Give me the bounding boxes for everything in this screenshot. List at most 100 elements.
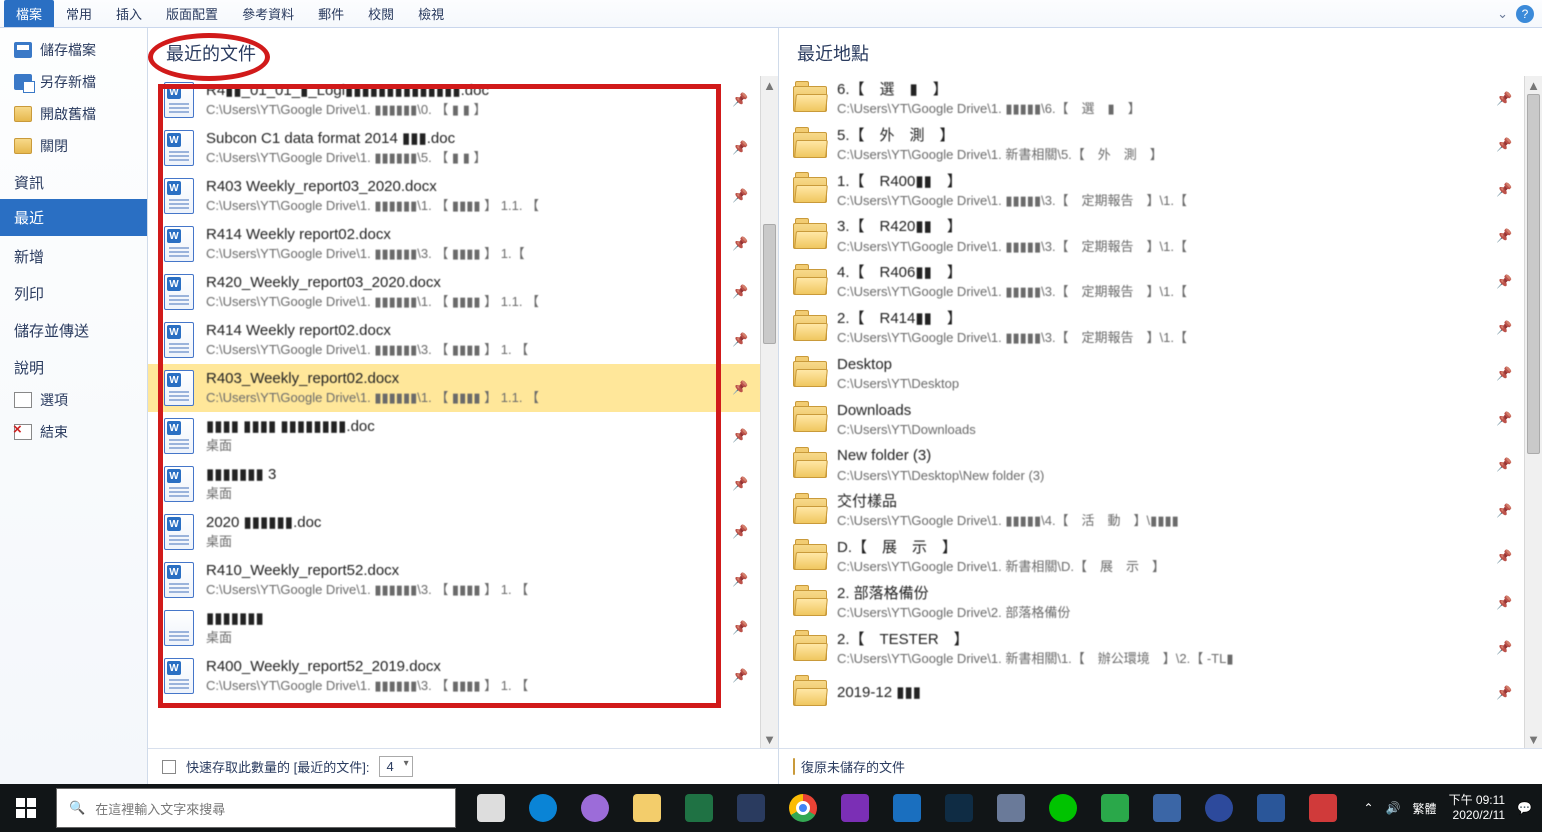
pin-icon[interactable] xyxy=(732,284,754,300)
line-app[interactable] xyxy=(1038,784,1088,832)
volume-icon[interactable]: 🔊 xyxy=(1386,801,1401,815)
recover-unsaved-button[interactable]: 復原未儲存的文件 xyxy=(793,757,905,776)
bluetooth-app[interactable] xyxy=(1194,784,1244,832)
quick-access-checkbox[interactable] xyxy=(162,760,176,774)
recent-document-item[interactable]: R420_Weekly_report03_2020.docxC:\Users\Y… xyxy=(148,268,760,316)
scroll-up-icon[interactable]: ▲ xyxy=(1525,76,1542,94)
recent-place-item[interactable]: 2. 部落格備份C:\Users\YT\Google Drive\2. 部落格備… xyxy=(779,580,1524,626)
pin-icon[interactable] xyxy=(1496,137,1518,153)
app-icon[interactable] xyxy=(1142,784,1192,832)
recent-place-item[interactable]: 2.【 R414▮▮ 】C:\Users\YT\Google Drive\1. … xyxy=(779,305,1524,351)
scrollbar-thumb[interactable] xyxy=(763,224,776,344)
recent-document-item[interactable]: R403 Weekly_report03_2020.docxC:\Users\Y… xyxy=(148,172,760,220)
pin-icon[interactable] xyxy=(732,620,754,636)
recent-place-item[interactable]: 1.【 R400▮▮ 】C:\Users\YT\Google Drive\1. … xyxy=(779,168,1524,214)
photos-app[interactable] xyxy=(934,784,984,832)
recent-document-item[interactable]: R414 Weekly report02.docxC:\Users\YT\Goo… xyxy=(148,220,760,268)
notifications-icon[interactable]: 💬 xyxy=(1517,801,1532,815)
recent-place-item[interactable]: 2019-12 ▮▮▮ xyxy=(779,671,1524,715)
recent-tab[interactable]: 最近 xyxy=(0,199,147,236)
tray-overflow-icon[interactable]: ⌃ xyxy=(1364,801,1374,815)
app-icon[interactable] xyxy=(986,784,1036,832)
recent-place-item[interactable]: 4.【 R406▮▮ 】C:\Users\YT\Google Drive\1. … xyxy=(779,259,1524,305)
pin-icon[interactable] xyxy=(1496,411,1518,427)
recent-place-item[interactable]: DownloadsC:\Users\YT\Downloads xyxy=(779,397,1524,443)
menu-檔案[interactable]: 檔案 xyxy=(4,0,54,27)
pin-icon[interactable] xyxy=(1496,320,1518,336)
menu-插入[interactable]: 插入 xyxy=(104,0,154,27)
pin-icon[interactable] xyxy=(732,668,754,684)
recent-place-item[interactable]: 3.【 R420▮▮ 】C:\Users\YT\Google Drive\1. … xyxy=(779,213,1524,259)
recent-docs-scrollbar[interactable]: ▲ ▼ xyxy=(760,76,778,748)
pin-icon[interactable] xyxy=(1496,366,1518,382)
scroll-down-icon[interactable]: ▼ xyxy=(1525,730,1542,748)
scrollbar-thumb[interactable] xyxy=(1527,94,1540,454)
pin-icon[interactable] xyxy=(732,476,754,492)
menu-檢視[interactable]: 檢視 xyxy=(406,0,456,27)
explorer-app[interactable] xyxy=(622,784,672,832)
pin-icon[interactable] xyxy=(1496,549,1518,565)
onenote-app[interactable] xyxy=(830,784,880,832)
close-file-button[interactable]: 關閉 xyxy=(0,130,147,162)
quick-access-count-spinner[interactable]: 4 xyxy=(379,756,412,777)
pin-icon[interactable] xyxy=(1496,457,1518,473)
taskbar-clock[interactable]: 下午 09:11 2020/2/11 xyxy=(1449,793,1505,823)
pin-icon[interactable] xyxy=(732,188,754,204)
pin-icon[interactable] xyxy=(1496,91,1518,107)
pin-icon[interactable] xyxy=(1496,595,1518,611)
recent-document-item[interactable]: Subcon C1 data format 2014 ▮▮▮.docC:\Use… xyxy=(148,124,760,172)
chrome-app[interactable] xyxy=(778,784,828,832)
exit-button[interactable]: 結束 xyxy=(0,416,147,448)
save-button[interactable]: 儲存檔案 xyxy=(0,34,147,66)
help-tab[interactable]: 說明 xyxy=(0,347,147,384)
ime-indicator[interactable]: 繁體 xyxy=(1413,800,1437,817)
pin-icon[interactable] xyxy=(1496,182,1518,198)
pin-icon[interactable] xyxy=(1496,640,1518,656)
recent-place-item[interactable]: 5.【 外 測 】C:\Users\YT\Google Drive\1. 新書相… xyxy=(779,122,1524,168)
menu-郵件[interactable]: 郵件 xyxy=(306,0,356,27)
task-view-button[interactable] xyxy=(466,784,516,832)
scroll-up-icon[interactable]: ▲ xyxy=(761,76,778,94)
recent-document-item[interactable]: R4▮▮_01_01_▮_Logi▮▮▮▮▮▮▮▮▮▮▮▮▮▮.docC:\Us… xyxy=(148,76,760,124)
pin-icon[interactable] xyxy=(732,572,754,588)
menu-版面配置[interactable]: 版面配置 xyxy=(154,0,230,27)
pin-icon[interactable] xyxy=(1496,274,1518,290)
recent-place-item[interactable]: 2.【 TESTER 】C:\Users\YT\Google Drive\1. … xyxy=(779,626,1524,672)
recent-document-item[interactable]: ▮▮▮▮▮▮▮桌面 xyxy=(148,604,760,652)
pin-icon[interactable] xyxy=(1496,228,1518,244)
recent-places-scrollbar[interactable]: ▲ ▼ xyxy=(1524,76,1542,748)
recent-document-item[interactable]: R400_Weekly_report52_2019.docxC:\Users\Y… xyxy=(148,652,760,700)
pin-icon[interactable] xyxy=(732,236,754,252)
recent-document-item[interactable]: R410_Weekly_report52.docxC:\Users\YT\Goo… xyxy=(148,556,760,604)
remote-app[interactable] xyxy=(1298,784,1348,832)
taskbar-search[interactable]: 🔍 在這裡輸入文字來搜尋 xyxy=(56,788,456,828)
recent-place-item[interactable]: New folder (3)C:\Users\YT\Desktop\New fo… xyxy=(779,442,1524,488)
security-app[interactable] xyxy=(1090,784,1140,832)
scroll-down-icon[interactable]: ▼ xyxy=(761,730,778,748)
saveas-button[interactable]: 另存新檔 xyxy=(0,66,147,98)
print-tab[interactable]: 列印 xyxy=(0,273,147,310)
help-icon[interactable]: ? xyxy=(1516,5,1534,23)
snip-app[interactable] xyxy=(570,784,620,832)
info-tab[interactable]: 資訊 xyxy=(0,162,147,199)
pin-icon[interactable] xyxy=(732,332,754,348)
pin-icon[interactable] xyxy=(732,524,754,540)
excel-app[interactable] xyxy=(674,784,724,832)
recent-place-item[interactable]: DesktopC:\Users\YT\Desktop xyxy=(779,351,1524,397)
menu-校閱[interactable]: 校閱 xyxy=(356,0,406,27)
start-button[interactable] xyxy=(0,784,52,832)
recent-document-item[interactable]: ▮▮▮▮ ▮▮▮▮ ▮▮▮▮▮▮▮▮.doc桌面 xyxy=(148,412,760,460)
recent-place-item[interactable]: D.【 展 示 】C:\Users\YT\Google Drive\1. 新書相… xyxy=(779,534,1524,580)
pin-icon[interactable] xyxy=(732,380,754,396)
recent-place-item[interactable]: 交付樣品C:\Users\YT\Google Drive\1. ▮▮▮▮▮\4.… xyxy=(779,488,1524,534)
menu-常用[interactable]: 常用 xyxy=(54,0,104,27)
ribbon-minimize-icon[interactable]: ⌄ xyxy=(1497,6,1508,22)
recent-document-item[interactable]: ▮▮▮▮▮▮▮ 3桌面 xyxy=(148,460,760,508)
recent-document-item[interactable]: 2020 ▮▮▮▮▮▮.doc桌面 xyxy=(148,508,760,556)
pin-icon[interactable] xyxy=(732,140,754,156)
open-button[interactable]: 開啟舊檔 xyxy=(0,98,147,130)
mail-app[interactable] xyxy=(882,784,932,832)
store-app[interactable] xyxy=(726,784,776,832)
recent-document-item[interactable]: R403_Weekly_report02.docxC:\Users\YT\Goo… xyxy=(148,364,760,412)
edge-app[interactable] xyxy=(518,784,568,832)
